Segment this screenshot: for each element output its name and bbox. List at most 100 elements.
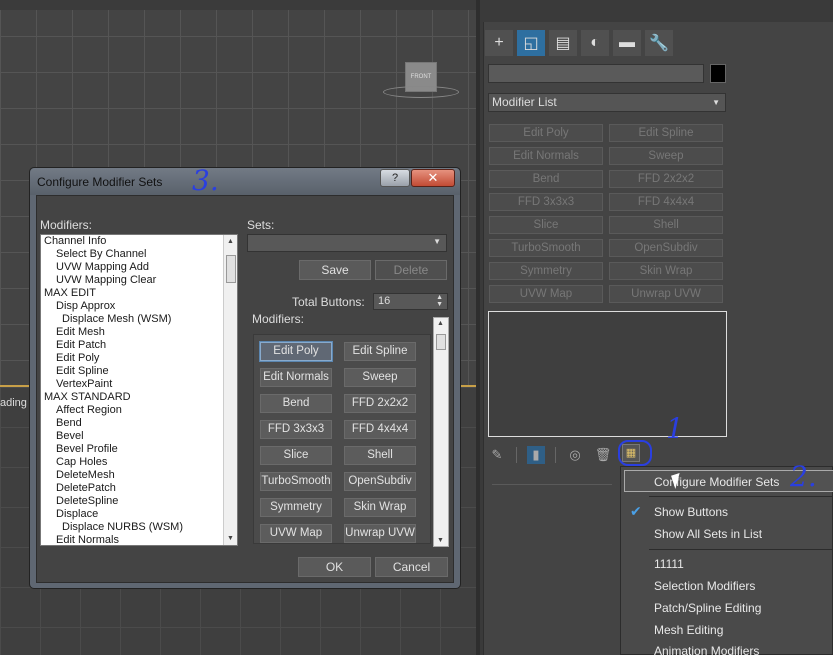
scroll-thumb[interactable] (226, 255, 236, 283)
scroll-up-icon[interactable]: ▲ (437, 320, 444, 327)
list-item[interactable]: DeleteMesh (41, 469, 224, 482)
modifier-button[interactable]: Unwrap UVW (609, 285, 723, 303)
modifier-button[interactable]: FFD 4x4x4 (609, 193, 723, 211)
menu-item-show-all-sets[interactable]: Show All Sets in List (654, 527, 762, 541)
object-name-field[interactable] (488, 64, 704, 83)
list-item[interactable]: Edit Spline (41, 365, 224, 378)
list-item[interactable]: UVW Mapping Clear (41, 274, 224, 287)
scroll-down-icon[interactable]: ▼ (437, 537, 444, 544)
set-button[interactable]: Skin Wrap (344, 498, 416, 517)
set-button[interactable]: Sweep (344, 368, 416, 387)
pin-stack-icon[interactable]: ✎ (488, 446, 506, 464)
remove-modifier-icon[interactable]: 🗑 (594, 446, 612, 464)
list-item[interactable]: Bevel (41, 430, 224, 443)
set-button[interactable]: Unwrap UVW (344, 524, 416, 543)
modifier-button[interactable]: Edit Poly (489, 124, 603, 142)
annotation-circle (618, 440, 652, 466)
list-item[interactable]: Displace NURBS (WSM) (41, 521, 224, 534)
scroll-up-icon[interactable]: ▲ (227, 238, 234, 245)
set-panel-scrollbar[interactable]: ▲ ▼ (433, 317, 449, 547)
set-button[interactable]: Edit Normals (260, 368, 332, 387)
list-item[interactable]: Select By Channel (41, 248, 224, 261)
close-button[interactable]: ✕ (411, 169, 455, 187)
modifier-button[interactable]: OpenSubdiv (609, 239, 723, 257)
set-button[interactable]: Symmetry (260, 498, 332, 517)
list-item[interactable]: Displace (41, 508, 224, 521)
modifiers-list[interactable]: Channel Info Select By Channel UVW Mapping… (40, 234, 238, 546)
modifier-button[interactable]: FFD 3x3x3 (489, 193, 603, 211)
modifier-button[interactable]: Sweep (609, 147, 723, 165)
help-button[interactable]: ? (380, 169, 410, 187)
modifier-button[interactable]: Skin Wrap (609, 262, 723, 280)
menu-item-selection-modifiers[interactable]: Selection Modifiers (654, 579, 755, 593)
scroll-down-icon[interactable]: ▼ (227, 535, 234, 542)
delete-button[interactable]: Delete (375, 260, 447, 280)
viewport-divider[interactable] (476, 0, 480, 655)
list-item[interactable]: Displace Mesh (WSM) (41, 313, 224, 326)
modifier-stack-view[interactable] (488, 311, 727, 437)
menu-item-set-11111[interactable]: 11111 (654, 557, 684, 571)
dialog-titlebar[interactable]: Configure Modifier Sets ? ✕ (30, 168, 460, 195)
list-item[interactable]: Cap Holes (41, 456, 224, 469)
utilities-tab-icon[interactable]: 🔧 (645, 30, 673, 56)
set-button[interactable]: TurboSmooth (260, 472, 332, 491)
list-item[interactable]: Disp Approx (41, 300, 224, 313)
modifier-button[interactable]: Bend (489, 170, 603, 188)
viewcube-ring[interactable] (383, 86, 459, 98)
list-item[interactable]: DeletePatch (41, 482, 224, 495)
motion-tab-icon[interactable]: ◐ (581, 30, 609, 56)
make-unique-icon[interactable]: ◎ (566, 446, 584, 464)
ok-button[interactable]: OK (298, 557, 371, 577)
list-item[interactable]: Bend (41, 417, 224, 430)
set-button[interactable]: Edit Poly (259, 341, 333, 362)
menu-item-mesh-editing[interactable]: Mesh Editing (654, 623, 723, 637)
save-button[interactable]: Save (299, 260, 371, 280)
set-button[interactable]: FFD 4x4x4 (344, 420, 416, 439)
scroll-thumb[interactable] (436, 334, 446, 350)
list-item[interactable]: Edit Patch (41, 339, 224, 352)
modifier-button[interactable]: Edit Spline (609, 124, 723, 142)
list-item[interactable]: DeleteSpline (41, 495, 224, 508)
dropdown-arrow-icon: ▼ (712, 98, 720, 107)
total-buttons-spinner[interactable]: 16 ▲ ▼ (373, 293, 448, 310)
modifier-list-dropdown[interactable]: Modifier List ▼ (488, 93, 726, 112)
modifier-button[interactable]: Slice (489, 216, 603, 234)
hierarchy-tab-icon[interactable]: ▤ (549, 30, 577, 56)
show-end-result-icon[interactable]: ▮ (527, 446, 545, 464)
menu-item-show-buttons[interactable]: Show Buttons (654, 505, 728, 519)
list-item[interactable]: Edit Mesh (41, 326, 224, 339)
list-item[interactable]: VertexPaint (41, 378, 224, 391)
modifier-button[interactable]: TurboSmooth (489, 239, 603, 257)
create-tab-icon[interactable]: + (485, 30, 513, 56)
list-item[interactable]: Edit Normals (41, 534, 224, 545)
set-button[interactable]: FFD 3x3x3 (260, 420, 332, 439)
modifier-button[interactable]: Symmetry (489, 262, 603, 280)
modifier-button[interactable]: FFD 2x2x2 (609, 170, 723, 188)
set-button[interactable]: Shell (344, 446, 416, 465)
list-item[interactable]: Channel Info (41, 235, 224, 248)
modifier-button[interactable]: UVW Map (489, 285, 603, 303)
set-button[interactable]: UVW Map (260, 524, 332, 543)
cancel-button[interactable]: Cancel (375, 557, 448, 577)
sets-dropdown[interactable]: ▼ (247, 234, 447, 252)
list-item[interactable]: MAX STANDARD (41, 391, 224, 404)
list-item[interactable]: MAX EDIT (41, 287, 224, 300)
list-item[interactable]: Bevel Profile (41, 443, 224, 456)
set-button[interactable]: Bend (260, 394, 332, 413)
list-item[interactable]: Affect Region (41, 404, 224, 417)
set-button[interactable]: FFD 2x2x2 (344, 394, 416, 413)
set-button[interactable]: Slice (260, 446, 332, 465)
modifier-button[interactable]: Shell (609, 216, 723, 234)
spinner-arrows-icon[interactable]: ▲ ▼ (436, 294, 443, 308)
list-item[interactable]: UVW Mapping Add (41, 261, 224, 274)
display-tab-icon[interactable]: ▬ (613, 30, 641, 56)
menu-item-animation-modifiers[interactable]: Animation Modifiers (654, 644, 759, 655)
list-item[interactable]: Edit Poly (41, 352, 224, 365)
set-button[interactable]: OpenSubdiv (344, 472, 416, 491)
set-button[interactable]: Edit Spline (344, 342, 416, 361)
modify-tab-icon[interactable]: ◱ (517, 30, 545, 56)
modifier-button[interactable]: Edit Normals (489, 147, 603, 165)
menu-item-patch-spline-editing[interactable]: Patch/Spline Editing (654, 601, 761, 615)
modifiers-list-scrollbar[interactable]: ▲ ▼ (223, 235, 237, 545)
object-color-swatch[interactable] (710, 64, 726, 83)
